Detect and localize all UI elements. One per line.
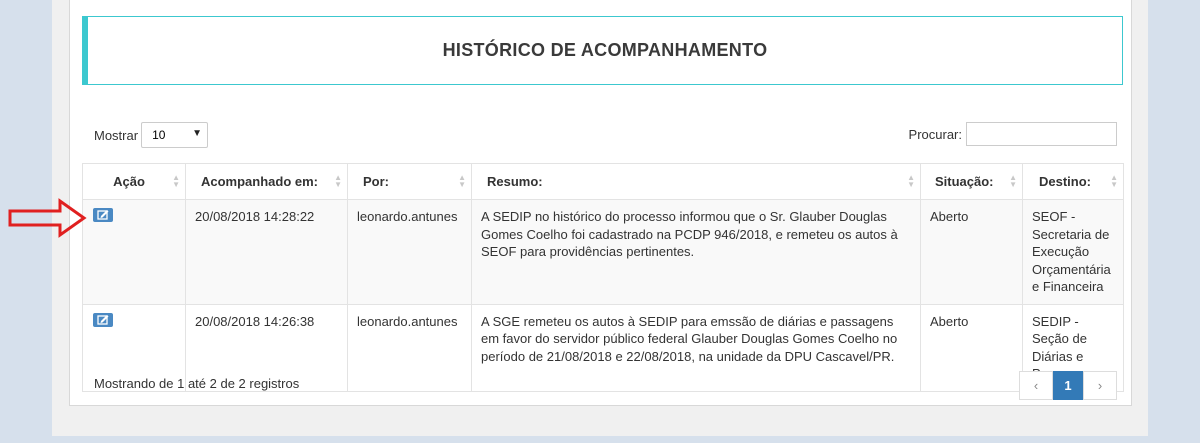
status-cell: Aberto — [920, 303, 1023, 392]
sort-icon: ▲ ▼ — [172, 173, 180, 189]
section-header: HISTÓRICO DE ACOMPANHAMENTO — [82, 16, 1123, 85]
destination-cell: SEOF - Secretaria de Execução Orçamentár… — [1022, 199, 1124, 305]
edit-button[interactable] — [93, 208, 113, 222]
summary-cell: A SEDIP no histórico do processo informo… — [471, 199, 921, 305]
column-label: Resumo: — [487, 174, 543, 189]
sort-icon: ▲ ▼ — [458, 173, 466, 189]
pagination: ‹ 1 › — [1019, 371, 1117, 400]
by-cell: leonardo.antunes — [347, 199, 472, 305]
column-header-destination[interactable]: Destino: ▲ ▼ — [1022, 163, 1124, 200]
search-label: Procurar: — [908, 126, 962, 142]
sort-icon: ▲ ▼ — [1110, 173, 1118, 189]
edit-icon — [97, 210, 109, 220]
summary-cell: A SGE remeteu os autos à SEDIP para emss… — [471, 303, 921, 392]
length-select[interactable]: 10 — [141, 122, 209, 148]
length-select-wrap: 10 ▼ — [138, 122, 209, 148]
page-length-control: Mostrar 10 ▼ — [94, 122, 209, 148]
edit-icon — [97, 314, 109, 325]
pager-page-1[interactable]: 1 — [1053, 371, 1083, 400]
content-panel: HISTÓRICO DE ACOMPANHAMENTO Mostrar 10 ▼… — [69, 0, 1132, 406]
column-header-date[interactable]: Acompanhado em: ▲ ▼ — [185, 163, 348, 200]
search-input[interactable] — [966, 122, 1117, 146]
sort-icon: ▲ ▼ — [1009, 173, 1017, 189]
table-header-row: Ação ▲ ▼ Acompanhado em: ▲ ▼ Por: ▲ ▼ Resum… — [82, 163, 1124, 200]
table-row: 20/08/2018 14:28:22 leonardo.antunes A S… — [82, 199, 1124, 305]
section-title: HISTÓRICO DE ACOMPANHAMENTO — [442, 40, 768, 60]
pager-next-button[interactable]: › — [1083, 371, 1117, 400]
column-header-by[interactable]: Por: ▲ ▼ — [347, 163, 472, 200]
red-arrow-icon — [8, 198, 87, 238]
date-cell: 20/08/2018 14:28:22 — [185, 199, 348, 305]
pager-prev-button[interactable]: ‹ — [1019, 371, 1053, 400]
length-label: Mostrar — [94, 127, 139, 143]
page-background: HISTÓRICO DE ACOMPANHAMENTO Mostrar 10 ▼… — [52, 0, 1148, 436]
column-header-action[interactable]: Ação ▲ ▼ — [82, 163, 186, 200]
search-control: Procurar: — [909, 122, 1117, 146]
table-info: Mostrando de 1 até 2 de 2 registros — [94, 376, 300, 391]
sort-icon: ▲ ▼ — [334, 173, 342, 189]
column-label: Situação: — [935, 174, 994, 189]
column-label: Destino: — [1039, 174, 1091, 189]
status-cell: Aberto — [920, 199, 1023, 305]
history-table: Ação ▲ ▼ Acompanhado em: ▲ ▼ Por: ▲ ▼ Resum… — [82, 163, 1124, 392]
column-label: Ação — [113, 174, 145, 189]
sort-icon: ▲ ▼ — [907, 173, 915, 189]
by-cell: leonardo.antunes — [347, 303, 472, 392]
column-header-summary[interactable]: Resumo: ▲ ▼ — [471, 163, 921, 200]
edit-button[interactable] — [93, 312, 113, 327]
column-label: Por: — [363, 174, 389, 189]
column-header-status[interactable]: Situação: ▲ ▼ — [920, 163, 1023, 200]
action-cell — [82, 199, 186, 305]
column-label: Acompanhado em: — [201, 174, 319, 189]
